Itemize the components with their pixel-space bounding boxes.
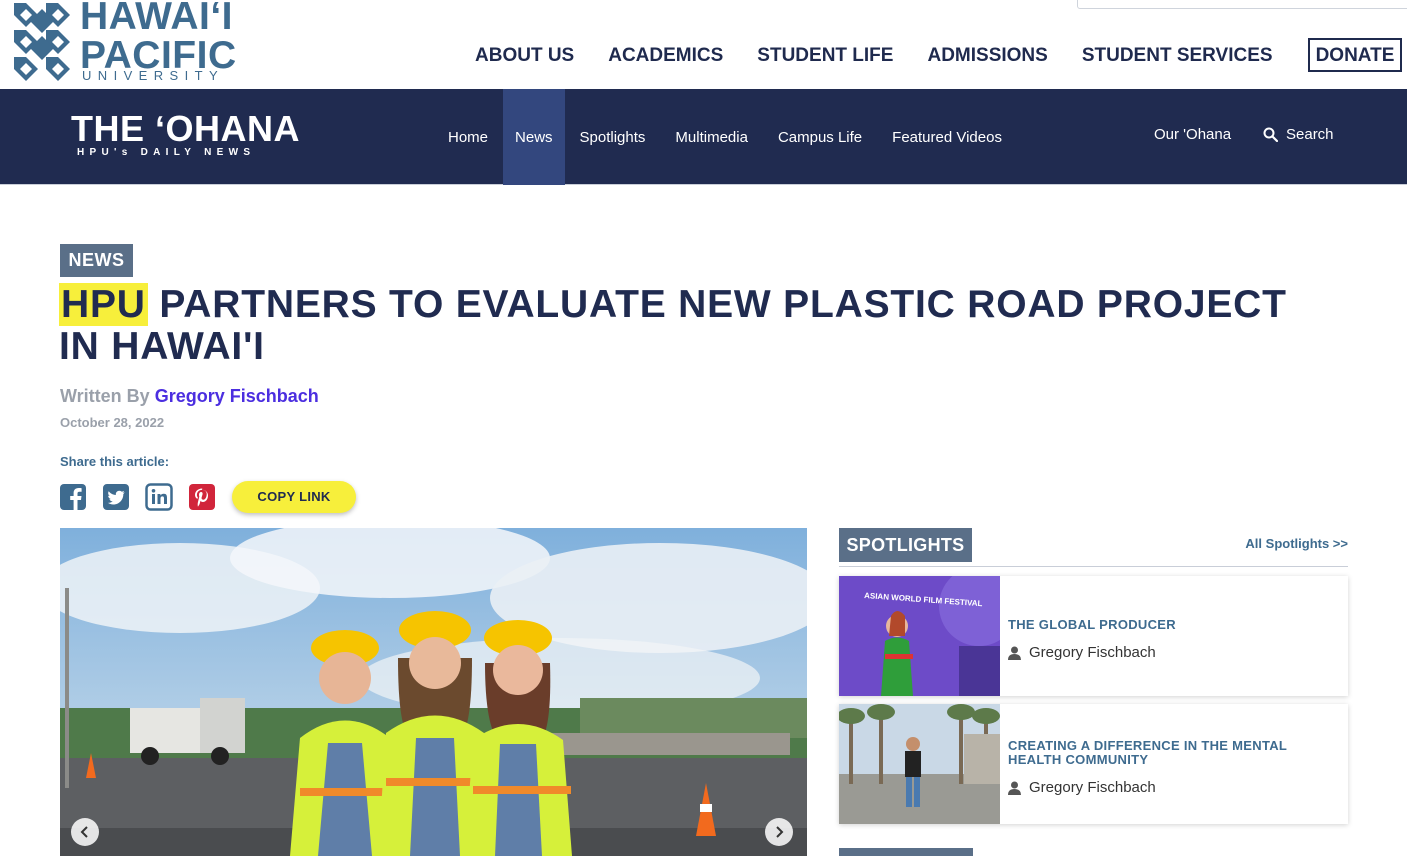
ohana-nav: Home News Spotlights Multimedia Campus L… [433,89,1017,185]
search-button[interactable]: Search [1263,127,1334,142]
pinterest-icon[interactable] [188,483,216,511]
carousel-next-button[interactable] [765,818,793,846]
spotlights-badge: SPOTLIGHTS [839,528,972,562]
article-title: HPU PARTNERS TO EVALUATE NEW PLASTIC ROA… [59,283,1319,368]
ohana-nav-spotlights[interactable]: Spotlights [565,89,661,185]
main-nav-academics[interactable]: ACADEMICS [608,46,723,65]
ohana-nav-news[interactable]: News [503,89,565,185]
author-link[interactable]: Gregory Fischbach [155,386,319,406]
copy-link-button[interactable]: COPY LINK [232,481,356,513]
share-bar: COPY LINK [59,481,356,513]
search-icon [1263,127,1278,142]
film-festival-photo: ASIAN WORLD FILM FESTIVAL [839,576,1000,696]
user-icon [1008,646,1021,660]
main-nav: ABOUT US ACADEMICS STUDENT LIFE ADMISSIO… [475,38,1403,72]
spotlights-header: SPOTLIGHTS All Spotlights >> [839,528,1348,567]
category-badge[interactable]: NEWS [60,244,133,277]
user-icon [1008,781,1021,795]
twitter-icon[interactable] [102,483,130,511]
main-nav-student-life[interactable]: STUDENT LIFE [757,46,893,65]
author-name: Gregory Fischbach [1029,779,1156,796]
share-label: Share this article: [60,454,170,469]
spotlight-card-author: Gregory Fischbach [1008,780,1156,795]
ohana-header: THE ʻOHANA HPU's DAILY NEWS Home News Sp… [0,89,1407,185]
spotlight-card-author: Gregory Fischbach [1008,645,1156,660]
all-spotlights-link[interactable]: All Spotlights >> [1245,537,1348,550]
logo-text-university: UNIVERSITY [82,68,225,83]
university-header: HAWAIʻI PACIFIC UNIVERSITY ABOUT US ACAD… [0,0,1407,89]
spotlight-thumbnail: ASIAN WORLD FILM FESTIVAL [839,576,1000,696]
spotlight-card-title[interactable]: THE GLOBAL PRODUCER [1008,618,1328,632]
ohana-logo-subtitle: HPU's DAILY NEWS [77,147,256,158]
ohana-nav-home[interactable]: Home [433,89,503,185]
search-label: Search [1286,126,1334,143]
ohana-nav-multimedia[interactable]: Multimedia [660,89,763,185]
written-by-label: Written By [60,386,150,406]
campus-walkway-photo [839,704,1000,824]
logo-mark-icon [14,3,70,81]
spotlight-card[interactable]: ASIAN WORLD FILM FESTIVAL THE GLOBAL PRO… [839,576,1348,696]
article-image-carousel[interactable] [60,528,807,856]
chevron-left-icon [80,826,88,838]
linkedin-icon[interactable] [145,483,173,511]
title-text: PARTNERS TO EVALUATE NEW PLASTIC ROAD PR… [59,283,1287,368]
main-nav-admissions[interactable]: ADMISSIONS [927,46,1047,65]
spotlight-thumbnail [839,704,1000,824]
article-photo [60,528,807,856]
spotlight-card-title[interactable]: CREATING A DIFFERENCE IN THE MENTAL HEAL… [1008,739,1328,767]
spotlight-card[interactable]: CREATING A DIFFERENCE IN THE MENTAL HEAL… [839,704,1348,824]
byline: Written By Gregory Fischbach [60,387,319,405]
donate-button[interactable]: DONATE [1307,38,1403,72]
main-nav-about-us[interactable]: ABOUT US [475,46,574,65]
hpu-logo[interactable]: HAWAIʻI PACIFIC UNIVERSITY [14,0,240,83]
chevron-right-icon [776,826,784,838]
top-search-box[interactable] [1077,0,1407,9]
ohana-logo-title[interactable]: THE ʻOHANA [71,111,300,147]
carousel-prev-button[interactable] [71,818,99,846]
facebook-icon[interactable] [59,483,87,511]
next-section-badge [839,848,973,856]
ohana-nav-featured-videos[interactable]: Featured Videos [877,89,1017,185]
main-nav-student-services[interactable]: STUDENT SERVICES [1082,46,1273,65]
ohana-nav-campus-life[interactable]: Campus Life [763,89,877,185]
logo-text-hawaii: HAWAIʻI [80,0,234,38]
title-highlight: HPU [59,283,148,326]
author-name: Gregory Fischbach [1029,644,1156,661]
publish-date: October 28, 2022 [60,415,165,430]
our-ohana-link[interactable]: Our 'Ohana [1154,127,1231,142]
